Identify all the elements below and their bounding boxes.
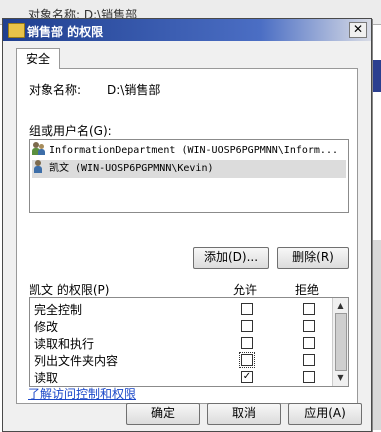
permissions-scrollbar[interactable]: ▲ ▼ (332, 298, 348, 386)
allow-checkbox[interactable] (241, 337, 253, 349)
permission-name: 完全控制 (34, 303, 83, 317)
background-window-edge (373, 60, 381, 92)
security-panel: 对象名称: D:\销售部 组或用户名(G): InformationDepart… (16, 68, 358, 404)
allow-header: 允许 (233, 283, 258, 297)
apply-button[interactable]: 应用(A) (288, 403, 362, 425)
deny-checkbox[interactable] (303, 303, 315, 315)
permission-name: 列出文件夹内容 (34, 354, 119, 368)
cancel-button[interactable]: 取消 (207, 403, 281, 425)
tab-security[interactable]: 安全 (16, 48, 60, 69)
permission-name: 读取和执行 (34, 337, 95, 351)
learn-access-control-link[interactable]: 了解访问控制和权限 (28, 385, 136, 402)
folder-icon (8, 23, 25, 38)
dialog-title: 销售部 的权限 (27, 25, 104, 39)
deny-checkbox[interactable] (303, 371, 315, 383)
groups-label: 组或用户名(G): (29, 124, 112, 138)
group-name: 凯文 (WIN-UOSP6PGPMNN\Kevin) (49, 163, 214, 174)
allow-checkbox[interactable] (239, 352, 255, 368)
allow-checkbox[interactable] (241, 303, 253, 315)
ok-button[interactable]: 确定 (126, 403, 200, 425)
group-name: InformationDepartment (WIN-UOSP6PGPMNN\I… (49, 145, 338, 156)
permission-row: 修改 (30, 317, 330, 334)
list-item[interactable]: InformationDepartment (WIN-UOSP6PGPMNN\I… (32, 142, 346, 160)
deny-checkbox[interactable] (303, 320, 315, 332)
permission-name: 修改 (34, 320, 59, 334)
permission-row: 读取和执行 (30, 334, 330, 351)
remove-button[interactable]: 删除(R) (277, 247, 349, 269)
group-icon (32, 142, 46, 156)
permissions-dialog: 销售部 的权限 ✕ 安全 对象名称: D:\销售部 组或用户名(G): Info… (2, 18, 372, 432)
groups-list[interactable]: InformationDepartment (WIN-UOSP6PGPMNN\I… (29, 139, 349, 213)
permission-name: 读取 (34, 371, 59, 385)
deny-header: 拒绝 (295, 283, 320, 297)
permissions-label: 凯文 的权限(P) (29, 283, 110, 297)
list-item[interactable]: 凯文 (WIN-UOSP6PGPMNN\Kevin) (32, 160, 346, 178)
permissions-list[interactable]: 完全控制 修改 读取和执行 列出文件夹内容 读取 ✓ ▲ ▼ (29, 297, 349, 387)
scroll-thumb[interactable] (335, 313, 347, 371)
permission-row: 读取 ✓ (30, 368, 330, 385)
allow-checkbox[interactable]: ✓ (241, 371, 253, 383)
permission-row: 完全控制 (30, 300, 330, 317)
scroll-up-icon[interactable]: ▲ (334, 299, 347, 312)
object-name-value: D:\销售部 (107, 83, 161, 97)
close-button[interactable]: ✕ (349, 22, 367, 38)
deny-checkbox[interactable] (303, 337, 315, 349)
deny-checkbox[interactable] (303, 354, 315, 366)
title-bar[interactable]: 销售部 的权限 ✕ (3, 19, 371, 41)
user-icon (32, 160, 46, 174)
scroll-down-icon[interactable]: ▼ (334, 371, 347, 384)
permission-row: 列出文件夹内容 (30, 351, 330, 368)
add-button[interactable]: 添加(D)... (193, 247, 269, 269)
object-name-label: 对象名称: (29, 83, 82, 97)
allow-checkbox[interactable] (241, 320, 253, 332)
